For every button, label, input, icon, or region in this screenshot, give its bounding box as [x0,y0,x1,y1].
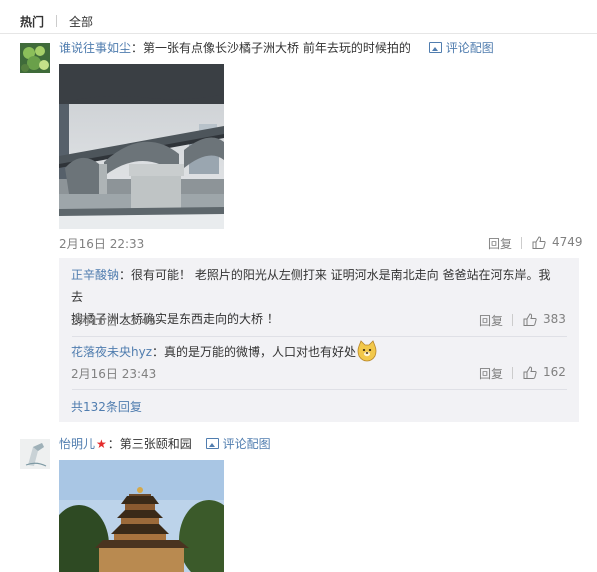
like-button[interactable]: 4749 [532,235,583,249]
reply-body: 花落夜未央hyz：真的是万能的微博，人口对也有好处 [71,340,561,363]
reply-button[interactable]: 回复 [479,312,503,329]
like-count: 162 [543,365,566,379]
doge-emoji-icon [357,340,377,362]
reply-username[interactable]: 正辛酸钠 [71,268,119,282]
comment-picture-link[interactable]: 评论配图 [428,41,494,55]
action-divider [521,237,522,249]
like-button[interactable]: 383 [523,312,566,326]
action-divider [512,314,513,326]
reply-time: 2月16日 23:43 [71,367,157,381]
picture-link-label: 评论配图 [445,41,494,55]
tab-hot[interactable]: 热门 [20,13,44,30]
comment-body: 谁说往事如尘：第一张有点像长沙橘子洲大桥 前年去玩的时候拍的 评论配图 [59,39,494,57]
reply-list: 正辛酸钠：很有可能！ 老照片的阳光从左侧打来 证明河水是南北走向 爸爸站在河东岸… [59,258,579,422]
comment-time: 2月16日 22:33 [59,237,145,251]
comment-colon: ： [107,437,120,451]
reply-text-line1: 很有可能！ 老照片的阳光从左侧打来 证明河水是南北走向 爸爸站在河东岸。我去 [71,268,551,304]
comment-text: 第三张颐和园 [119,437,192,451]
reply-text: 真的是万能的微博，人口对也有好处 [164,345,357,359]
reply-time: 2月16日 23:45 [71,314,157,328]
avatar[interactable] [20,439,50,469]
picture-link-label: 评论配图 [222,437,271,451]
reply-button[interactable]: 回复 [479,365,503,382]
comment-photo[interactable] [59,460,224,572]
thumbs-up-icon [532,235,546,249]
reply-colon: ： [119,268,132,282]
comment-body: 怡明儿★：第三张颐和园 评论配图 [59,435,271,453]
avatar[interactable] [20,43,50,73]
reply-button[interactable]: 回复 [488,235,512,252]
comment-photo[interactable] [59,64,224,229]
tabs-divider [0,33,597,34]
like-count: 4749 [552,235,583,249]
comment-username[interactable]: 怡明儿 [59,437,95,451]
comment-username[interactable]: 谁说往事如尘 [59,41,131,55]
star-icon: ★ [96,437,107,451]
tab-divider [56,15,58,27]
like-button[interactable]: 162 [523,365,566,379]
reply-colon: ： [152,345,165,359]
picture-icon [205,438,219,449]
reply-divider [72,389,567,390]
reply-username[interactable]: 花落夜未央hyz [71,345,152,359]
comment-tabs: 热门 全部 [20,12,93,30]
thumbs-up-icon [523,312,537,326]
action-divider [512,367,513,379]
more-replies-link[interactable]: 共132条回复 [71,398,142,415]
picture-icon [428,42,442,53]
comment-picture-link[interactable]: 评论配图 [205,437,271,451]
reply-divider [72,336,567,337]
like-count: 383 [543,312,566,326]
comment-colon: ： [131,41,144,55]
comment-text: 第一张有点像长沙橘子洲大桥 前年去玩的时候拍的 [143,41,411,55]
thumbs-up-icon [523,365,537,379]
tab-all[interactable]: 全部 [69,13,93,30]
